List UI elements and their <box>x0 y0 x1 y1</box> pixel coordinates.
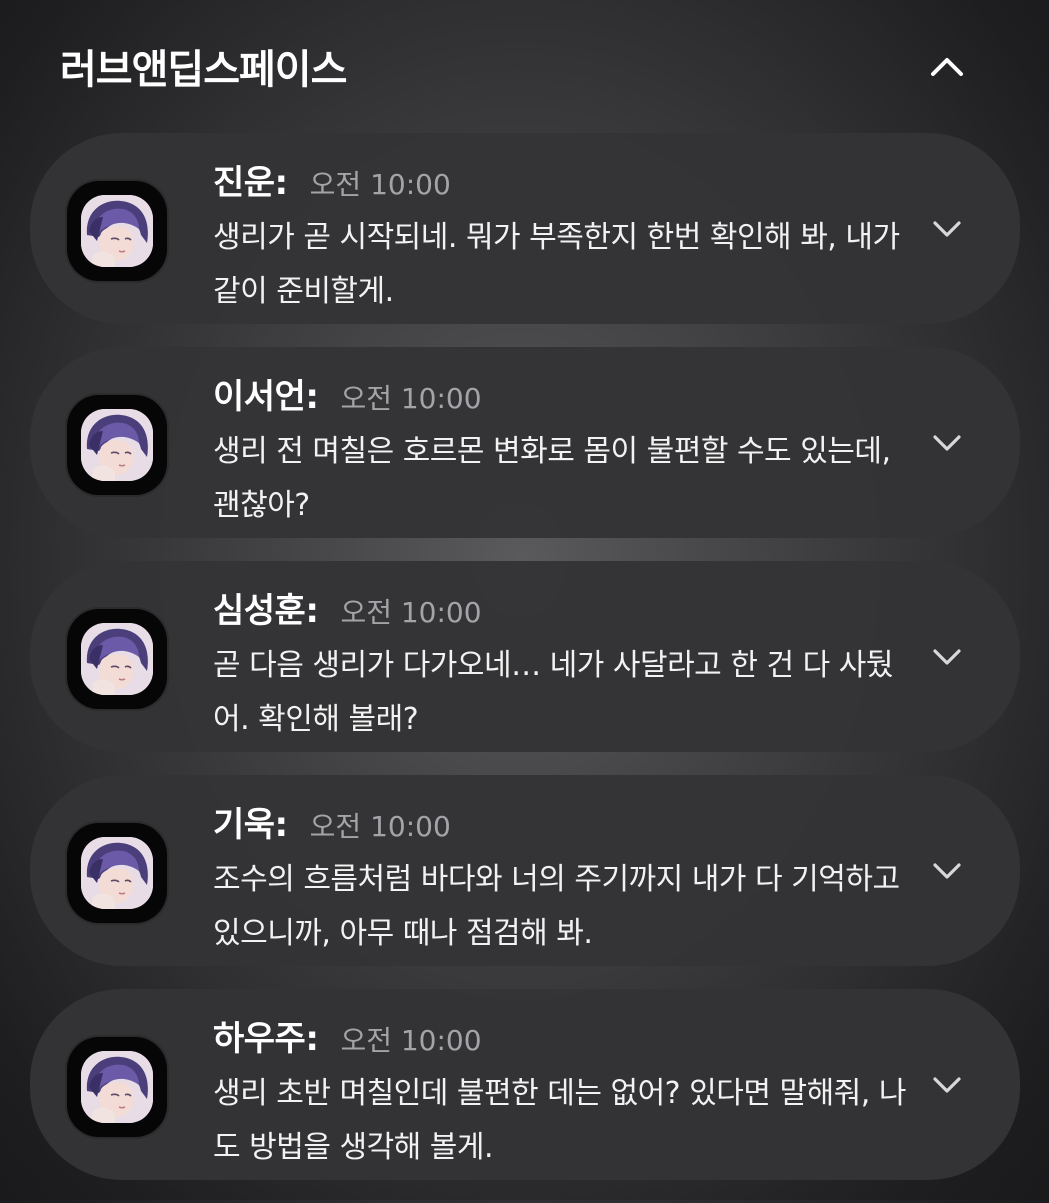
notification-card[interactable]: 심성훈: 오전 10:00 곧 다음 생리가 다가오네… 네가 사달라고 한 건… <box>30 561 1020 752</box>
notification-card[interactable]: 기욱: 오전 10:00 조수의 흐름처럼 바다와 너의 주기까지 내가 다 기… <box>30 775 1020 966</box>
character-avatar <box>81 837 153 909</box>
app-icon <box>67 823 167 923</box>
timestamp: 오전 10:00 <box>309 168 451 201</box>
character-avatar <box>81 195 153 267</box>
expand-notification-button[interactable] <box>925 639 969 675</box>
notification-header: 하우주: 오전 10:00 <box>213 1017 482 1061</box>
chevron-down-icon <box>933 649 961 665</box>
timestamp: 오전 10:00 <box>340 596 482 629</box>
notification-header: 심성훈: 오전 10:00 <box>213 589 482 633</box>
character-avatar <box>81 1051 153 1123</box>
sender-name: 이서언: <box>213 377 319 417</box>
notification-header: 진운: 오전 10:00 <box>213 161 451 205</box>
timestamp: 오전 10:00 <box>340 1024 482 1057</box>
sender-name: 진운: <box>213 163 288 203</box>
app-name-title: 러브앤딥스페이스 <box>60 47 347 93</box>
expand-notification-button[interactable] <box>925 211 969 247</box>
chevron-down-icon <box>933 1077 961 1093</box>
chevron-up-icon <box>931 58 963 76</box>
expand-notification-button[interactable] <box>925 1067 969 1103</box>
app-icon <box>67 181 167 281</box>
sender-name: 기욱: <box>213 805 288 845</box>
chevron-down-icon <box>933 863 961 879</box>
chevron-down-icon <box>933 435 961 451</box>
character-avatar <box>81 623 153 695</box>
notification-message: 조수의 흐름처럼 바다와 너의 주기까지 내가 다 기억하고 있으니까, 아무 … <box>213 862 900 951</box>
sender-name: 심성훈: <box>213 591 319 631</box>
notification-message: 생리 전 며칠은 호르몬 변화로 몸이 불편할 수도 있는데, 괜찮아? <box>213 434 891 523</box>
notification-group-header[interactable]: 러브앤딥스페이스 <box>0 0 1049 130</box>
notification-message: 생리가 곧 시작되네. 뭐가 부족한지 한번 확인해 봐, 내가 같이 준비할게… <box>213 220 900 309</box>
notification-header: 이서언: 오전 10:00 <box>213 375 482 419</box>
notification-card[interactable]: 진운: 오전 10:00 생리가 곧 시작되네. 뭐가 부족한지 한번 확인해 … <box>30 133 1020 324</box>
chevron-down-icon <box>933 221 961 237</box>
expand-notification-button[interactable] <box>925 425 969 461</box>
timestamp: 오전 10:00 <box>309 810 451 843</box>
notification-message: 곧 다음 생리가 다가오네… 네가 사달라고 한 건 다 사뒀어. 확인해 볼래… <box>213 648 893 737</box>
expand-notification-button[interactable] <box>925 853 969 889</box>
character-avatar <box>81 409 153 481</box>
sender-name: 하우주: <box>213 1019 319 1059</box>
notification-card[interactable]: 하우주: 오전 10:00 생리 초반 며칠인데 불편한 데는 없어? 있다면 … <box>30 989 1020 1180</box>
notification-header: 기욱: 오전 10:00 <box>213 803 451 847</box>
notification-list: 진운: 오전 10:00 생리가 곧 시작되네. 뭐가 부족한지 한번 확인해 … <box>30 133 1020 1203</box>
app-icon <box>67 609 167 709</box>
collapse-group-button[interactable] <box>920 44 974 90</box>
timestamp: 오전 10:00 <box>340 382 482 415</box>
app-icon <box>67 395 167 495</box>
app-icon <box>67 1037 167 1137</box>
notification-card[interactable]: 이서언: 오전 10:00 생리 전 며칠은 호르몬 변화로 몸이 불편할 수도… <box>30 347 1020 538</box>
notification-message: 생리 초반 며칠인데 불편한 데는 없어? 있다면 말해줘, 나도 방법을 생각… <box>213 1076 906 1165</box>
